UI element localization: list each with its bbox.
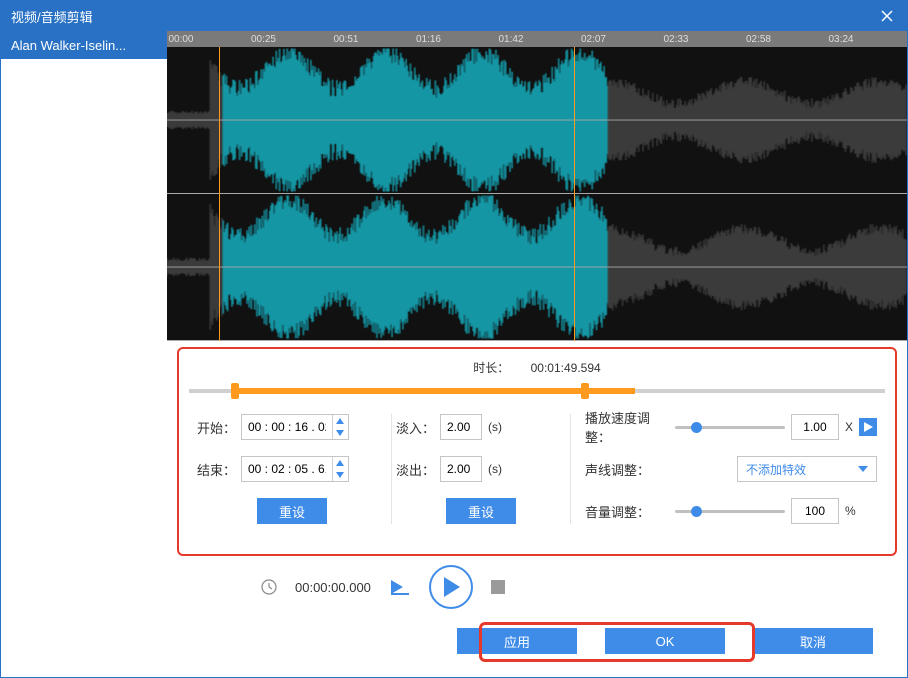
start-time-input[interactable]	[241, 414, 349, 440]
speed-preview-icon[interactable]	[859, 418, 877, 436]
voice-effect-combo[interactable]: 不添加特效	[737, 456, 877, 482]
fade-out-label: 淡出：	[396, 460, 440, 479]
stop-button[interactable]	[491, 580, 505, 594]
ok-button[interactable]: OK	[605, 628, 725, 654]
duration-value: 00:01:49.594	[531, 361, 601, 375]
ruler-tick: 01:42	[498, 34, 523, 45]
speed-unit: X	[845, 420, 853, 434]
trim-reset-button[interactable]: 重设	[257, 498, 327, 524]
file-name: Alan Walker-Iselin...	[11, 38, 126, 53]
ruler-tick: 02:33	[663, 34, 688, 45]
voice-effect-value: 不添加特效	[746, 461, 806, 478]
ruler-tick: 02:07	[581, 34, 606, 45]
fade-out-unit: (s)	[488, 462, 502, 476]
waveform-channel-top	[167, 47, 907, 193]
ruler-tick: 03:24	[828, 34, 853, 45]
file-item[interactable]: Alan Walker-Iselin...	[1, 31, 167, 59]
speed-label: 播放速度调整：	[585, 408, 675, 446]
duration-label: 时长：	[473, 359, 509, 376]
start-up-icon[interactable]	[333, 415, 348, 427]
apply-button[interactable]: 应用	[457, 628, 577, 654]
clock-icon	[261, 579, 277, 595]
volume-value[interactable]	[791, 498, 839, 524]
range-handle-end[interactable]	[581, 383, 589, 399]
footer: 应用 OK 取消	[1, 612, 907, 670]
range-slider[interactable]	[189, 382, 885, 400]
set-start-icon[interactable]	[389, 578, 411, 596]
end-time-field[interactable]	[242, 462, 332, 476]
voice-label: 声线调整：	[585, 460, 675, 479]
selection-marker-end[interactable]	[574, 47, 575, 341]
fade-reset-button[interactable]: 重设	[446, 498, 516, 524]
selection-marker-start[interactable]	[219, 47, 220, 341]
ruler-tick: 02:58	[746, 34, 771, 45]
speed-value[interactable]	[791, 414, 839, 440]
end-up-icon[interactable]	[333, 457, 348, 469]
end-down-icon[interactable]	[333, 469, 348, 481]
title-bar: 视频/音频剪辑	[1, 1, 907, 31]
volume-slider[interactable]	[675, 503, 785, 519]
controls-panel: 时长： 00:01:49.594 开始：	[177, 347, 897, 556]
volume-label: 音量调整：	[585, 502, 675, 521]
fade-in-input[interactable]	[440, 414, 482, 440]
time-ruler: 00:00 00:25 00:51 01:16 01:42 02:07 02:33 02:58…	[167, 31, 907, 47]
speed-slider[interactable]	[675, 419, 785, 435]
file-list: Alan Walker-Iselin...	[1, 31, 167, 562]
ruler-tick: 00:00	[168, 34, 193, 45]
start-time-field[interactable]	[242, 420, 332, 434]
fade-in-unit: (s)	[488, 420, 502, 434]
range-handle-start[interactable]	[231, 383, 239, 399]
close-button[interactable]	[877, 6, 897, 26]
cancel-button[interactable]: 取消	[753, 628, 873, 654]
fade-in-label: 淡入：	[396, 418, 440, 437]
volume-unit: %	[845, 504, 856, 518]
playback-time: 00:00:00.000	[295, 580, 371, 595]
waveform-channel-bottom	[167, 194, 907, 340]
ruler-tick: 01:16	[416, 34, 441, 45]
start-down-icon[interactable]	[333, 427, 348, 439]
play-button[interactable]	[429, 565, 473, 609]
ruler-tick: 00:25	[251, 34, 276, 45]
fade-in-field[interactable]	[441, 420, 481, 434]
fade-out-field[interactable]	[441, 462, 481, 476]
window-title: 视频/音频剪辑	[11, 7, 93, 26]
end-time-input[interactable]	[241, 456, 349, 482]
start-label: 开始：	[197, 418, 241, 437]
end-label: 结束：	[197, 460, 241, 479]
ruler-tick: 00:51	[333, 34, 358, 45]
chevron-down-icon	[858, 466, 868, 472]
playback-bar: 00:00:00.000	[1, 562, 907, 612]
fade-out-input[interactable]	[440, 456, 482, 482]
waveform-area[interactable]	[167, 47, 907, 341]
